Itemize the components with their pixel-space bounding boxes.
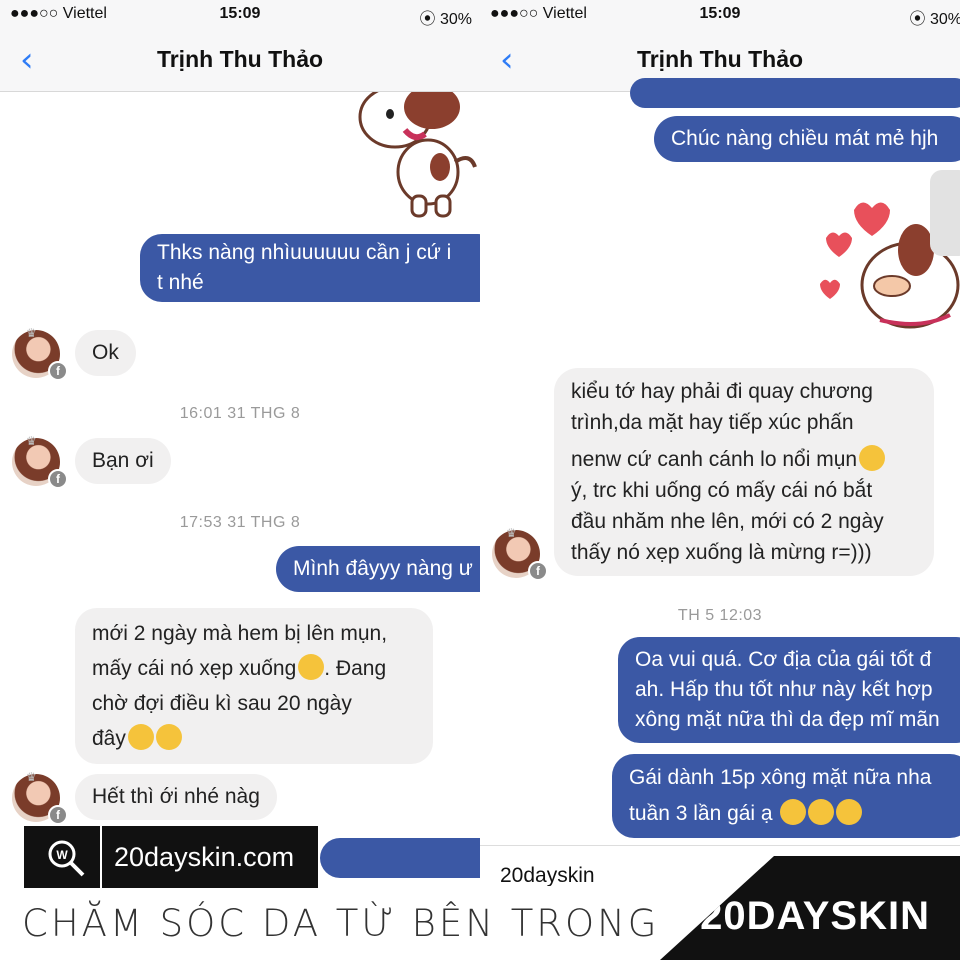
tears-of-joy-emoji-icon: [155, 724, 182, 750]
status-bar: ●●●○○ Viettel 15:09 ⦿ 30%: [480, 0, 960, 30]
facebook-icon: f: [48, 361, 68, 381]
kissing-emoji-icon: [836, 799, 863, 825]
kissing-emoji-icon: [808, 799, 835, 825]
message-line: Thks nàng nhìuuuuuu cần j cứ i: [157, 241, 452, 264]
crown-icon: ♛: [26, 434, 37, 448]
timestamp: TH 5 12:03: [677, 607, 763, 624]
timestamp: 17:53 31 THG 8: [179, 514, 301, 531]
message-outgoing: Chúc nàng chiều mát mẻ hjh: [654, 116, 960, 162]
website-url[interactable]: 20dayskin.com: [114, 842, 294, 873]
battery-label: ⦿ 30%: [419, 11, 472, 28]
scroll-handle[interactable]: [930, 170, 960, 256]
grinning-emoji-icon: [298, 654, 325, 680]
message-line: mấy cái nó xẹp xuống. Đang: [92, 651, 416, 686]
message-incoming: Ok: [75, 330, 136, 376]
battery-label: ⦿ 30%: [909, 11, 960, 28]
message-line: mới 2 ngày mà hem bị lên mụn,: [92, 622, 388, 645]
timestamp: 16:01 31 THG 8: [179, 405, 301, 422]
crown-icon: ♛: [506, 526, 517, 540]
right-chat-screenshot: ●●●○○ Viettel 15:09 ⦿ 30% ‹ Trịnh Thu Th…: [480, 0, 960, 886]
message-outgoing: Gái dành 15p xông mặt nữa nha tuần 3 lần…: [612, 754, 960, 838]
message-line: Oa vui quá. Cơ địa của gái tốt đ: [635, 648, 932, 671]
crown-icon: ♛: [26, 326, 37, 340]
avatar[interactable]: ♛ f: [12, 434, 68, 489]
message-line: trình,da mặt hay tiếp xúc phấn: [571, 411, 854, 434]
clock: 15:09: [699, 5, 741, 22]
message-outgoing: Thks nàng nhìuuuuuu cần j cứ i t nhé: [140, 234, 480, 302]
facebook-icon: f: [528, 561, 548, 581]
facebook-icon: f: [48, 469, 68, 489]
conversation-title: Trịnh Thu Thảo: [156, 46, 324, 72]
message-incoming: Bạn ơi: [75, 438, 171, 484]
message-line: ý, trc khi uống có mấy cái nó bắt: [571, 479, 873, 502]
facebook-icon: f: [48, 805, 68, 825]
message-incoming: mới 2 ngày mà hem bị lên mụn, mấy cái nó…: [75, 608, 433, 764]
badge-divider: [100, 826, 102, 888]
message-line: nenw cứ canh cánh lo nổi mụn: [571, 444, 917, 475]
message-line: ah. Hấp thu tốt như này kết hợp: [635, 678, 933, 701]
message-outgoing: [320, 838, 480, 878]
message-line: đây: [92, 721, 416, 756]
kissing-emoji-icon: [780, 799, 807, 825]
avatar[interactable]: ♛ f: [492, 526, 548, 581]
brand-caption: 20dayskin: [500, 864, 595, 887]
message-line: chờ đợi điều kì sau 20 ngày: [92, 692, 352, 715]
clock: 15:09: [219, 5, 261, 22]
status-bar: ●●●○○ Viettel 15:09 ⦿ 30%: [0, 0, 480, 30]
message-line: t nhé: [157, 271, 204, 294]
nav-bar: ‹ Trịnh Thu Thảo: [0, 30, 480, 92]
tears-of-joy-emoji-icon: [859, 445, 886, 471]
avatar[interactable]: ♛ f: [12, 770, 68, 825]
brand-name: 20DAYSKIN: [700, 894, 930, 938]
message-line: tuần 3 lần gái ạ: [629, 796, 955, 832]
message-line: kiểu tớ hay phải đi quay chương: [571, 380, 873, 403]
left-chat-screenshot: ●●●○○ Viettel 15:09 ⦿ 30% ‹ Trịnh Thu Th…: [0, 0, 480, 886]
conversation-title: Trịnh Thu Thảo: [636, 46, 804, 72]
dog-sticker: [358, 92, 477, 218]
website-badge[interactable]: W 20dayskin.com: [24, 826, 318, 888]
message-line: thấy nó xẹp xuống là mừng r=))): [571, 541, 872, 564]
message-outgoing: Oa vui quá. Cơ địa của gái tốt đ ah. Hấp…: [618, 637, 960, 743]
avatar[interactable]: ♛ f: [12, 326, 68, 381]
search-icon: W: [48, 840, 85, 877]
message-line: Gái dành 15p xông mặt nữa nha: [629, 766, 932, 789]
message-incoming: Hết thì ới nhé nàg: [75, 774, 277, 820]
crown-icon: ♛: [26, 770, 37, 784]
message-outgoing: [630, 78, 960, 108]
message-line: xông mặt nữa thì da đẹp mĩ mãn: [635, 708, 940, 731]
message-incoming: kiểu tớ hay phải đi quay chương trình,da…: [554, 368, 934, 576]
divider: [480, 845, 960, 846]
message-line: đầu nhăm nhe lên, mới có 2 ngày: [571, 510, 884, 533]
slogan: CHĂM SÓC DA TỪ BÊN TRONG: [22, 902, 660, 945]
tears-of-joy-emoji-icon: [127, 724, 154, 750]
svg-text:W: W: [56, 848, 68, 862]
message-outgoing: Mình đâyyy nàng ư: [276, 546, 480, 592]
